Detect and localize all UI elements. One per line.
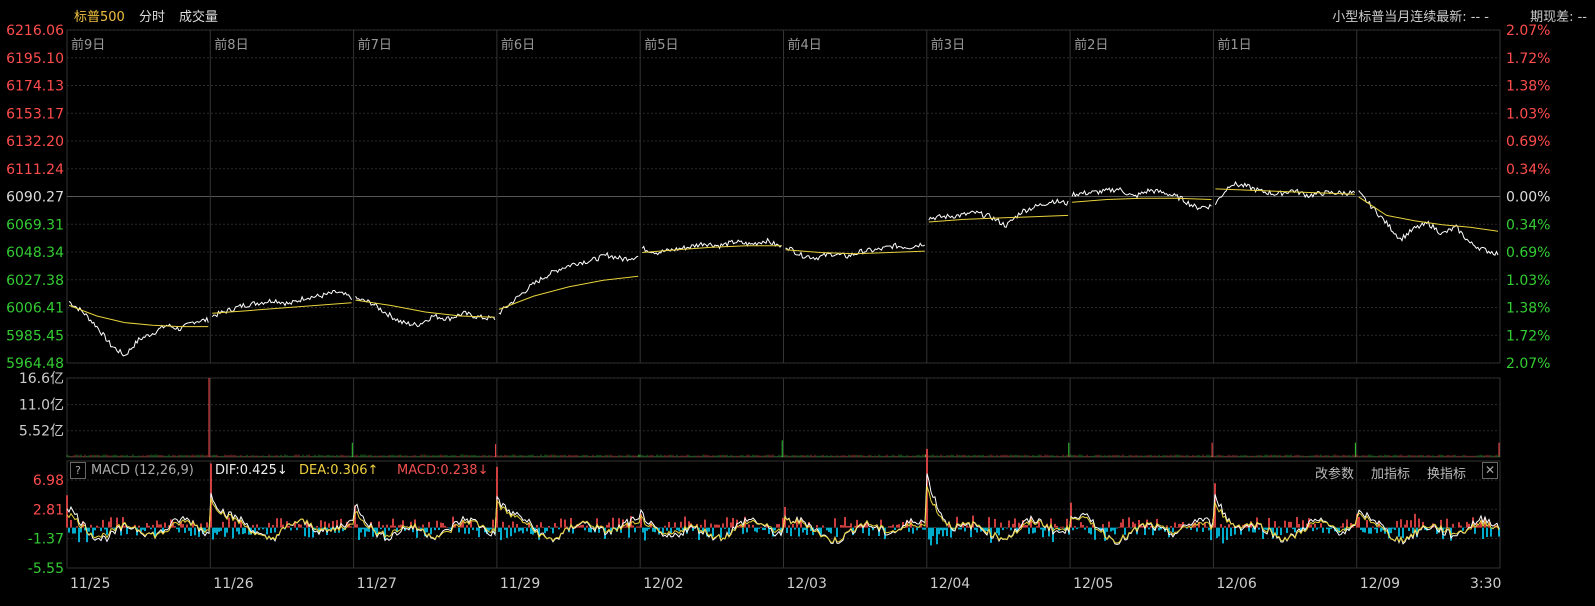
x-axis-label: 12/09 [1360,576,1400,592]
x-axis-label: 11/26 [213,576,253,592]
price-tick-left: 6006.41 [6,301,64,317]
price-line [355,296,496,328]
change-params-button[interactable]: 改参数 [1315,463,1354,482]
price-tick-right: 2.07% [1506,356,1550,372]
price-tick-right: 0.69% [1506,134,1550,150]
x-axis-label: 12/05 [1073,576,1113,592]
price-tick-left: 6195.10 [6,51,64,67]
price-line [68,301,209,357]
price-tick-left: 6048.34 [6,245,64,261]
volume-tick: 5.52亿 [19,424,64,440]
price-tick-left: 6216.06 [6,23,64,39]
avg-line [212,302,352,314]
price-tick-right: 1.38% [1506,79,1550,95]
day-label: 前5日 [644,37,678,53]
price-tick-right: 0.69% [1506,245,1550,261]
price-tick-right: 0.34% [1506,217,1550,233]
price-tick-left: 6132.20 [6,134,64,150]
price-tick-right: 1.38% [1506,301,1550,317]
avg-line [498,275,639,310]
price-tick-left: 6027.38 [6,273,64,289]
macd-tick: -5.55 [28,561,64,577]
x-axis-label: 3:30 [1470,576,1501,592]
avg-line [1358,196,1499,232]
add-indicator-button[interactable]: 加指标 [1371,463,1410,482]
price-tick-left: 5985.45 [6,328,64,344]
x-axis-label: 12/04 [930,576,970,592]
price-tick-right: 0.00% [1506,190,1550,206]
price-line [928,198,1069,228]
price-tick-left: 6153.17 [6,106,64,122]
macd-tick: 6.98 [33,473,64,489]
price-tick-left: 6090.27 [6,190,64,206]
dif-value: DIF:0.425↓ [215,463,288,478]
help-icon[interactable]: ? [70,462,86,479]
x-axis-label: 11/27 [357,576,397,592]
price-tick-right: 2.07% [1506,23,1550,39]
price-tick-right: 1.72% [1506,328,1550,344]
price-tick-left: 6069.31 [6,217,64,233]
close-icon[interactable]: ✕ [1482,462,1498,479]
price-tick-right: 1.72% [1506,51,1550,67]
avg-line [1215,188,1355,195]
macd-value: MACD:0.238↓ [397,463,489,478]
day-label: 前7日 [358,37,392,53]
volume-tick: 11.0亿 [19,398,64,414]
x-axis-label: 11/25 [70,576,110,592]
price-line [498,251,639,315]
price-tick-right: 1.03% [1506,273,1550,289]
dea-value: DEA:0.306↑ [299,463,379,478]
day-label: 前3日 [931,37,965,53]
x-axis-label: 11/29 [500,576,540,592]
price-tick-right: 0.34% [1506,162,1550,178]
avg-line [355,299,495,318]
day-label: 前4日 [788,37,822,53]
price-line [211,290,353,318]
day-label: 前9日 [71,37,105,53]
day-label: 前2日 [1074,37,1108,53]
switch-indicator-button[interactable]: 换指标 [1427,463,1466,482]
price-tick-left: 5964.48 [6,356,64,372]
x-axis-label: 12/02 [643,576,683,592]
volume-tick: 16.6亿 [19,371,64,387]
avg-line [1072,197,1212,203]
day-label: 前8日 [214,37,248,53]
price-tick-left: 6174.13 [6,79,64,95]
x-axis-label: 12/03 [787,576,827,592]
chart-area: 6216.06 2.07% 6195.10 1.72% 6174.13 1.38% 6153… [6,23,1550,592]
x-axis-label: 12/06 [1216,576,1256,592]
day-label: 前1日 [1217,37,1251,53]
macd-tick: -1.37 [28,532,64,548]
macd-name: MACD (12,26,9) [91,463,194,478]
macd-toolbar: ? MACD (12,26,9) DIF:0.425↓ DEA:0.306↑ M… [67,461,1500,482]
macd-tick: 2.81 [33,502,64,518]
price-tick-left: 6111.24 [6,162,64,178]
price-tick-right: 1.03% [1506,106,1550,122]
day-label: 前6日 [501,37,535,53]
